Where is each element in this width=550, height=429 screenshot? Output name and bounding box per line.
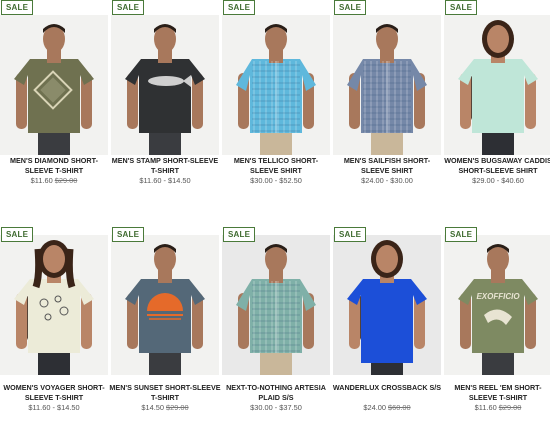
current-price: $11.60 bbox=[30, 176, 53, 185]
sale-badge: SALE bbox=[223, 227, 256, 242]
sale-badge: SALE bbox=[334, 0, 367, 15]
sale-badge: SALE bbox=[223, 0, 256, 15]
product-name[interactable]: NEXT-TO-NOTHING ARTESIA PLAID S/S bbox=[220, 383, 332, 403]
product-photo-graphic bbox=[14, 24, 94, 155]
product-image[interactable] bbox=[333, 15, 441, 155]
original-price: $29.00 bbox=[166, 403, 189, 412]
product-image[interactable] bbox=[111, 15, 219, 155]
product-photo-graphic bbox=[347, 24, 427, 155]
original-price: $60.00 bbox=[388, 403, 411, 412]
original-price: $29.00 bbox=[54, 176, 78, 185]
product-price: $14.50 $29.00 bbox=[111, 403, 219, 412]
product-photo-graphic bbox=[14, 240, 94, 375]
current-price: $24.00 bbox=[363, 403, 386, 412]
product-price: $30.00 - $52.50 bbox=[222, 176, 330, 185]
product-image[interactable] bbox=[0, 15, 108, 155]
product-price: $11.60 - $14.50 bbox=[0, 403, 108, 412]
sale-badge: SALE bbox=[445, 0, 478, 15]
current-price: $24.00 - $30.00 bbox=[361, 176, 413, 185]
sale-badge: SALE bbox=[1, 0, 34, 15]
product-photo-graphic bbox=[125, 24, 205, 155]
current-price: $11.60 - $14.50 bbox=[28, 403, 80, 412]
product-name[interactable]: MEN'S STAMP SHORT-SLEEVE T-SHIRT bbox=[109, 156, 221, 176]
product-photo-graphic bbox=[347, 240, 427, 375]
product-name[interactable]: MEN'S REEL 'EM SHORT-SLEEVE T-SHIRT bbox=[442, 383, 550, 403]
product-name[interactable]: WOMEN'S VOYAGER SHORT-SLEEVE T-SHIRT bbox=[0, 383, 110, 403]
product-name[interactable]: MEN'S SUNSET SHORT-SLEEVE T-SHIRT bbox=[109, 383, 221, 403]
current-price: $30.00 - $52.50 bbox=[250, 176, 302, 185]
product-name[interactable]: MEN'S SAILFISH SHORT-SLEEVE SHIRT bbox=[331, 156, 443, 176]
current-price: $14.50 bbox=[141, 403, 164, 412]
product-name[interactable]: WANDERLUX CROSSBACK S/S bbox=[331, 383, 443, 393]
product-photo-graphic bbox=[458, 20, 538, 155]
product-photo-graphic bbox=[236, 24, 316, 155]
sale-badge: SALE bbox=[112, 227, 145, 242]
product-photo-graphic: EXOFFICIO bbox=[458, 244, 538, 375]
sale-badge: SALE bbox=[445, 227, 478, 242]
product-image[interactable] bbox=[444, 15, 550, 155]
sale-badge: SALE bbox=[334, 227, 367, 242]
current-price: $11.60 bbox=[474, 403, 497, 412]
product-image[interactable] bbox=[333, 235, 441, 375]
current-price: $11.60 - $14.50 bbox=[139, 176, 191, 185]
current-price: $29.00 - $40.60 bbox=[472, 176, 524, 185]
sale-badge: SALE bbox=[1, 227, 34, 242]
product-price: $24.00 $60.00 bbox=[333, 403, 441, 412]
current-price: $30.00 - $37.50 bbox=[250, 403, 302, 412]
product-image[interactable] bbox=[0, 235, 108, 375]
product-price: $11.60 - $14.50 bbox=[111, 176, 219, 185]
product-price: $24.00 - $30.00 bbox=[333, 176, 441, 185]
product-image[interactable] bbox=[222, 235, 330, 375]
product-price: $11.60 $29.00 bbox=[0, 176, 108, 185]
product-name[interactable]: MEN'S TELLICO SHORT-SLEEVE SHIRT bbox=[220, 156, 332, 176]
product-photo-graphic bbox=[125, 244, 205, 375]
product-price: $30.00 - $37.50 bbox=[222, 403, 330, 412]
product-image[interactable]: EXOFFICIO bbox=[444, 235, 550, 375]
sale-badge: SALE bbox=[112, 0, 145, 15]
product-price: $29.00 - $40.60 bbox=[444, 176, 550, 185]
svg-text:EXOFFICIO: EXOFFICIO bbox=[476, 292, 520, 301]
product-name[interactable]: MEN'S DIAMOND SHORT-SLEEVE T-SHIRT bbox=[0, 156, 110, 176]
product-grid: SALE MEN'S DIAMOND SHORT-SLEEVE T-SHIRT $1… bbox=[0, 0, 550, 429]
product-image[interactable] bbox=[111, 235, 219, 375]
product-photo-graphic bbox=[236, 244, 316, 375]
original-price: $29.00 bbox=[498, 403, 522, 412]
product-price: $11.60 $29.00 bbox=[444, 403, 550, 412]
product-image[interactable] bbox=[222, 15, 330, 155]
product-name[interactable]: WOMEN'S BUGSAWAY CADDIS SHORT-SLEEVE SHI… bbox=[442, 156, 550, 176]
